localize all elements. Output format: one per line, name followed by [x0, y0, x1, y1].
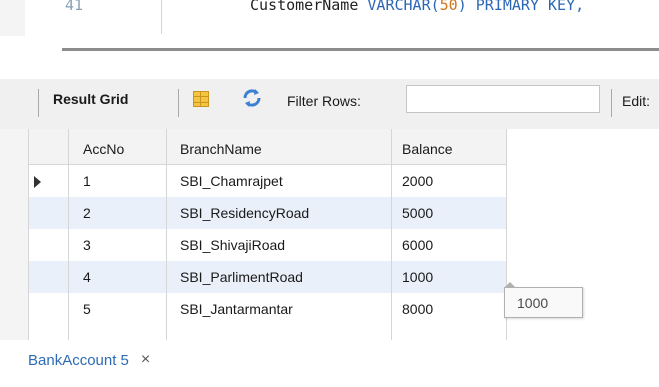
gutter-divider — [161, 0, 162, 34]
grid-line — [28, 129, 29, 340]
cell-branchname[interactable]: SBI_ShivajiRoad — [180, 237, 285, 253]
column-header-accno[interactable]: AccNo — [83, 141, 124, 157]
cell-branchname[interactable]: SBI_ResidencyRoad — [180, 205, 309, 221]
table-row[interactable]: 4 SBI_ParlimentRoad 1000 — [28, 261, 507, 293]
cell-accno[interactable]: 4 — [83, 269, 91, 285]
result-grid: AccNo BranchName Balance 1 SBI_Chamrajpe… — [28, 129, 507, 340]
tab-label: BankAccount 5 — [28, 351, 129, 369]
code-type-keyword: VARCHAR( — [367, 0, 440, 14]
cell-branchname[interactable]: SBI_ParlimentRoad — [180, 269, 303, 285]
cell-accno[interactable]: 1 — [83, 173, 91, 189]
table-row[interactable]: 1 SBI_Chamrajpet 2000 — [28, 165, 507, 197]
toolbar-separator — [611, 89, 612, 117]
result-grid-button[interactable]: Result Grid — [53, 91, 128, 107]
cell-balance[interactable]: 1000 — [402, 269, 433, 285]
filter-rows-input[interactable] — [406, 85, 600, 113]
cell-accno[interactable]: 3 — [83, 237, 91, 253]
cell-branchname[interactable]: SBI_Chamrajpet — [180, 173, 283, 189]
cell-balance[interactable]: 2000 — [402, 173, 433, 189]
toolbar-separator — [178, 89, 179, 117]
grid-line — [166, 129, 167, 340]
table-row[interactable]: 5 SBI_Jantarmantar 8000 — [28, 293, 507, 325]
table-row[interactable]: 2 SBI_ResidencyRoad 5000 — [28, 197, 507, 229]
code-constraint-keyword: ) PRIMARY KEY, — [457, 0, 585, 14]
grid-layout-icon[interactable] — [193, 91, 209, 107]
toolbar-separator — [38, 89, 39, 117]
cell-balance[interactable]: 6000 — [402, 237, 433, 253]
cell-balance[interactable]: 5000 — [402, 205, 433, 221]
grid-left-margin — [0, 129, 28, 340]
code-line: CustomerName VARCHAR(50) PRIMARY KEY, — [250, 0, 584, 14]
column-header-balance[interactable]: Balance — [402, 141, 453, 157]
tab-bankaccount-5[interactable]: BankAccount 5 × — [28, 345, 150, 375]
grid-line — [391, 129, 392, 340]
sql-editor: 41 CustomerName VARCHAR(50) PRIMARY KEY, — [0, 0, 659, 36]
close-icon[interactable]: × — [141, 351, 150, 369]
column-header-branchname[interactable]: BranchName — [180, 141, 262, 157]
code-number: 50 — [439, 0, 458, 14]
sql-editor-content[interactable]: 41 CustomerName VARCHAR(50) PRIMARY KEY, — [25, 0, 659, 36]
cell-accno[interactable]: 2 — [83, 205, 91, 221]
cell-accno[interactable]: 5 — [83, 301, 91, 317]
table-row[interactable]: 3 SBI_ShivajiRoad 6000 — [28, 229, 507, 261]
line-number: 41 — [65, 0, 84, 14]
refresh-icon[interactable] — [241, 87, 263, 109]
grid-line — [68, 129, 69, 340]
row-pointer-icon — [34, 176, 41, 188]
editor-horizontal-scrollbar[interactable] — [62, 48, 659, 51]
cell-value-tooltip: 1000 — [504, 282, 583, 318]
code-identifier: CustomerName — [250, 0, 368, 14]
edit-label: Edit: — [622, 93, 651, 109]
grid-header: AccNo BranchName Balance — [28, 129, 507, 165]
cell-balance[interactable]: 8000 — [402, 301, 433, 317]
cell-branchname[interactable]: SBI_Jantarmantar — [180, 301, 293, 317]
filter-rows-label: Filter Rows: — [287, 93, 361, 109]
